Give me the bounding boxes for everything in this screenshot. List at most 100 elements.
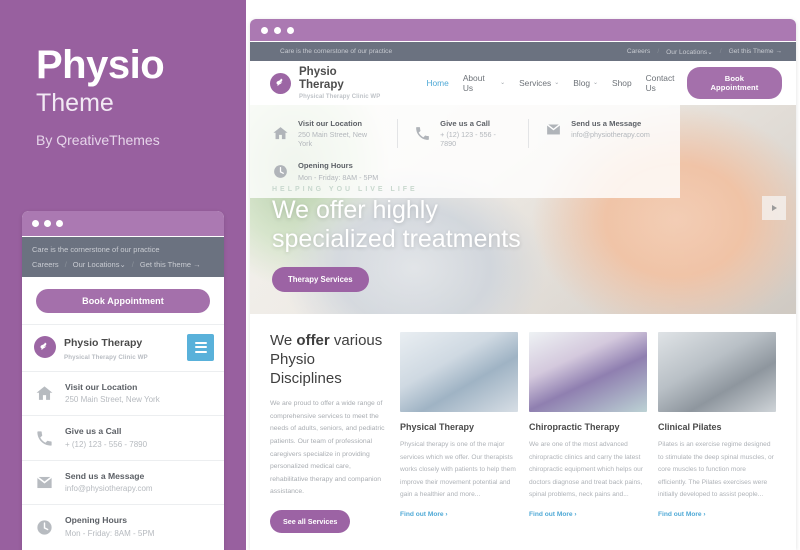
chevron-down-icon: ⌄	[554, 80, 560, 86]
leaf-icon	[34, 336, 56, 358]
nav-item-shop[interactable]: Shop	[612, 78, 632, 88]
window-dot-red	[261, 26, 268, 34]
mobile-link-get-this-theme[interactable]: Get this Theme →	[140, 260, 201, 269]
mobile-contact-item-email[interactable]: Send us a Message info@physiotherapy.com	[22, 461, 224, 506]
contact-item-location[interactable]: Visit our Location 250 Main Street, New …	[272, 119, 399, 149]
book-appointment-button[interactable]: Book Appointment	[686, 67, 782, 99]
site-navbar: Physio Therapy Physical Therapy Clinic W…	[250, 61, 796, 105]
service-card-clinical-pilates[interactable]: Clinical Pilates Pilates is an exercise …	[658, 332, 776, 533]
mobile-contact-value-phone: + (12) 123 - 556 - 7890	[65, 439, 148, 449]
window-dot-yellow	[274, 26, 281, 34]
mobile-link-our-locations[interactable]: Our Locations⌄	[73, 260, 126, 269]
find-out-more-link-clinical-pilates[interactable]: Find out More ›	[658, 511, 706, 518]
topbar-separator-2: /	[719, 48, 722, 55]
mobile-book-appointment-button[interactable]: Book Appointment	[36, 289, 210, 314]
contact-value-phone: + (12) 123 - 556 - 7890	[440, 130, 496, 149]
service-title-physical-therapy: Physical Therapy	[400, 422, 475, 432]
contact-title-phone: Give us a Call	[440, 119, 490, 128]
site-topbar: Care is the cornerstone of our practice …	[250, 42, 796, 61]
contact-title-email: Send us a Message	[571, 119, 642, 128]
mobile-contact-value-email: info@physiotherapy.com	[65, 484, 153, 494]
topbar-separator-1: /	[657, 48, 660, 55]
service-card-physical-therapy[interactable]: Physical Therapy Physical therapy is one…	[400, 332, 518, 533]
service-desc-chiropractic-therapy: We are one of the most advanced chiropra…	[529, 441, 643, 499]
contact-info-bar: Visit our Location 250 Main Street, New …	[250, 105, 680, 198]
screenshot-stage: Physio Theme By QreativeThemes Care is t…	[0, 0, 800, 550]
services-section: We offer various Physio Disciplines We a…	[250, 314, 796, 533]
nav-item-about-us[interactable]: About Us ⌄	[463, 73, 505, 93]
service-image-chiropractic-therapy	[529, 332, 647, 412]
nav-item-home[interactable]: Home	[426, 78, 448, 88]
chevron-down-icon: ⌄	[500, 80, 506, 86]
promo-panel: Physio Theme By QreativeThemes Care is t…	[0, 0, 246, 550]
mobile-contact-value-hours: Mon - Friday: 8AM - 5PM	[65, 528, 155, 538]
site-logo[interactable]: Physio Therapy Physical Therapy Clinic W…	[270, 66, 384, 100]
mobile-contact-list: Visit our Location 250 Main Street, New …	[22, 370, 224, 549]
brand-block: Physio Theme By QreativeThemes	[36, 44, 236, 148]
nav-item-blog[interactable]: Blog ⌄	[573, 78, 598, 88]
mobile-contact-item-location[interactable]: Visit our Location 250 Main Street, New …	[22, 372, 224, 417]
mobile-link-separator-1: /	[64, 260, 67, 270]
service-image-physical-therapy	[400, 332, 518, 412]
chevron-down-icon: ⌄	[593, 80, 599, 86]
hero-headline: We offer highly specialized treatments	[272, 196, 602, 254]
home-icon	[272, 125, 289, 142]
mobile-tagline: Care is the cornerstone of our practice	[32, 245, 160, 254]
phone-icon	[34, 428, 54, 448]
service-desc-clinical-pilates: Pilates is an exercise regime designed t…	[658, 441, 774, 499]
contact-item-hours[interactable]: Opening Hours Mon - Friday: 8AM - 5PM	[272, 161, 394, 182]
contact-value-hours: Mon - Friday: 8AM - 5PM	[298, 172, 379, 182]
find-out-more-link-physical-therapy[interactable]: Find out More ›	[400, 511, 448, 518]
clock-icon	[272, 163, 289, 180]
service-card-chiropractic-therapy[interactable]: Chiropractic Therapy We are one of the m…	[529, 332, 647, 533]
mobile-link-careers[interactable]: Careers	[32, 260, 59, 269]
mobile-topbar: Care is the cornerstone of our practice …	[22, 237, 224, 278]
mobile-logo-name: Physio Therapy	[64, 337, 143, 350]
hero-headline-line1: We offer highly	[272, 196, 438, 224]
chevron-right-icon[interactable]	[762, 196, 786, 220]
desktop-preview-window: Care is the cornerstone of our practice …	[250, 19, 796, 550]
chevron-down-icon: ⌄	[119, 260, 126, 270]
site-logo-name: Physio Therapy	[299, 66, 344, 91]
brand-title: Physio	[36, 43, 165, 87]
see-all-services-button[interactable]: See all Services	[270, 509, 351, 533]
primary-navigation: Home About Us ⌄ Services ⌄ Blog ⌄ Shop Cont…	[426, 73, 686, 93]
services-paragraph: We are proud to offer a wide range of co…	[270, 400, 385, 496]
brand-subtitle: Theme	[36, 89, 114, 117]
contact-item-phone[interactable]: Give us a Call + (12) 123 - 556 - 7890	[414, 119, 530, 149]
site-tagline: Care is the cornerstone of our practice	[280, 48, 393, 55]
hero-slider: Visit our Location 250 Main Street, New …	[250, 105, 796, 314]
site-logo-tagline: Physical Therapy Clinic WP	[299, 93, 381, 100]
services-heading: We offer various Physio Disciplines	[270, 332, 383, 387]
nav-item-contact-us[interactable]: Contact Us	[646, 73, 687, 93]
hero-kicker: HELPING YOU LIVE LIFE	[272, 186, 418, 193]
topbar-link-get-this-theme[interactable]: Get this Theme →	[729, 48, 782, 55]
service-image-clinical-pilates	[658, 332, 776, 412]
mobile-header-row: Physio Therapy Physical Therapy Clinic W…	[22, 324, 224, 371]
mobile-window-titlebar	[22, 211, 224, 237]
therapy-services-button[interactable]: Therapy Services	[272, 267, 369, 292]
mobile-contact-title-phone: Give us a Call	[65, 426, 122, 437]
service-title-clinical-pilates: Clinical Pilates	[658, 422, 722, 432]
service-title-chiropractic-therapy: Chiropractic Therapy	[529, 422, 620, 432]
mobile-contact-item-phone[interactable]: Give us a Call + (12) 123 - 556 - 7890	[22, 416, 224, 461]
services-intro: We offer various Physio Disciplines We a…	[270, 332, 388, 533]
home-icon	[34, 384, 54, 404]
mobile-logo-text: Physio Therapy Physical Therapy Clinic W…	[64, 333, 179, 361]
mail-icon	[34, 473, 54, 493]
mobile-contact-value-location: 250 Main Street, New York	[65, 394, 160, 404]
find-out-more-link-chiropractic-therapy[interactable]: Find out More ›	[529, 511, 577, 518]
contact-info-row-secondary: Opening Hours Mon - Friday: 8AM - 5PM	[272, 161, 680, 182]
topbar-link-our-locations[interactable]: Our Locations⌄	[666, 48, 713, 56]
service-desc-physical-therapy: Physical therapy is one of the major ser…	[400, 441, 516, 499]
nav-item-services[interactable]: Services ⌄	[519, 78, 559, 88]
hamburger-menu-icon[interactable]	[187, 333, 214, 361]
topbar-link-careers[interactable]: Careers	[627, 48, 650, 55]
window-dot-yellow	[44, 220, 51, 227]
mobile-contact-title-location: Visit our Location	[65, 381, 138, 392]
window-dot-green	[56, 220, 63, 227]
window-dot-red	[32, 220, 39, 227]
contact-item-email[interactable]: Send us a Message info@physiotherapy.com	[545, 119, 664, 139]
mobile-link-separator-2: /	[131, 260, 134, 270]
mobile-contact-item-hours[interactable]: Opening Hours Mon - Friday: 8AM - 5PM	[22, 505, 224, 549]
